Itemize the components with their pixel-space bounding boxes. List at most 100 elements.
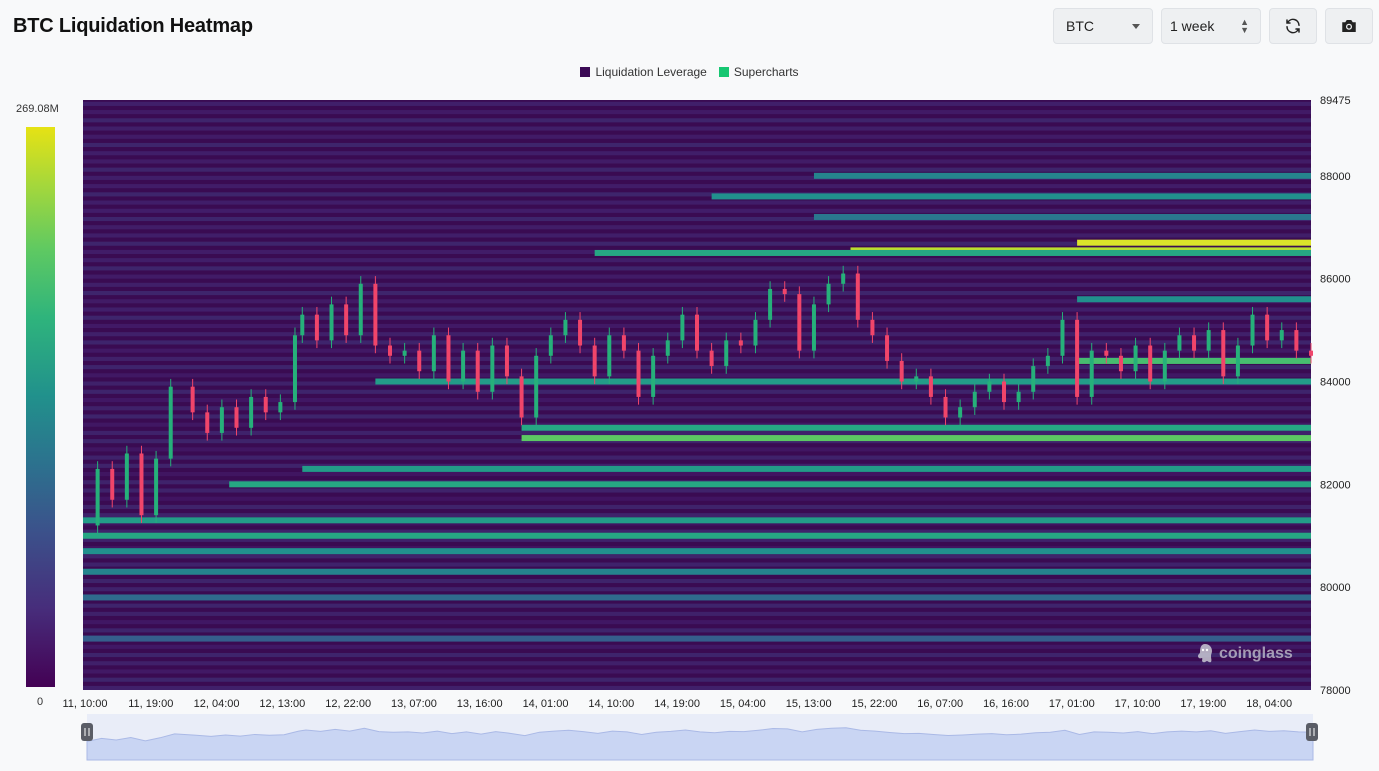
price-candle[interactable] [1250, 314, 1255, 346]
price-candle[interactable] [168, 386, 173, 459]
price-candle[interactable] [724, 340, 729, 367]
price-candle[interactable] [695, 314, 699, 351]
liquidation-band[interactable] [83, 594, 1311, 601]
price-candle[interactable] [1016, 391, 1021, 403]
price-candle[interactable] [373, 283, 378, 346]
liquidation-band[interactable] [302, 465, 1311, 472]
price-candle[interactable] [519, 376, 524, 418]
price-candle[interactable] [811, 304, 816, 351]
price-candle[interactable] [782, 288, 787, 295]
price-candle[interactable] [1279, 330, 1284, 341]
liquidation-band[interactable] [83, 568, 1311, 575]
heatmap-chart[interactable]: 89475 88000 86000 84000 82000 80000 78000 11, 1… [0, 0, 1379, 771]
price-candle[interactable] [461, 350, 466, 382]
liquidation-band[interactable] [1077, 357, 1311, 364]
price-candle[interactable] [885, 335, 890, 361]
price-candle[interactable] [1294, 330, 1299, 351]
price-candle[interactable] [1118, 355, 1123, 372]
price-candle[interactable] [446, 335, 451, 382]
price-candle[interactable] [1089, 350, 1094, 397]
price-candle[interactable] [972, 391, 977, 408]
price-candle[interactable] [578, 319, 583, 346]
price-candle[interactable] [504, 345, 509, 377]
price-candle[interactable] [607, 335, 612, 377]
liquidation-band[interactable] [711, 193, 1311, 200]
price-candle[interactable] [651, 355, 656, 397]
price-candle[interactable] [1265, 314, 1270, 341]
price-candle[interactable] [534, 355, 539, 418]
price-candle[interactable] [1206, 330, 1211, 351]
price-candle[interactable] [490, 345, 495, 392]
price-candle[interactable] [665, 340, 670, 356]
liquidation-band[interactable] [83, 532, 1311, 539]
price-candle[interactable] [1177, 335, 1182, 351]
price-candle[interactable] [548, 335, 553, 356]
price-candle[interactable] [826, 283, 831, 305]
price-candle[interactable] [1162, 350, 1167, 382]
liquidation-band[interactable] [229, 481, 1312, 488]
price-candle[interactable] [344, 304, 349, 336]
price-candle[interactable] [680, 314, 685, 341]
price-candle[interactable] [249, 396, 254, 428]
price-candle[interactable] [402, 350, 407, 356]
price-candle[interactable] [987, 381, 992, 392]
price-candle[interactable] [738, 340, 743, 346]
price-candle[interactable] [1192, 335, 1197, 351]
price-candle[interactable] [110, 468, 115, 500]
liquidation-band[interactable] [813, 172, 1311, 179]
price-candle[interactable] [841, 273, 846, 284]
price-candle[interactable] [190, 386, 195, 413]
price-candle[interactable] [329, 304, 334, 341]
price-candle[interactable] [1031, 366, 1036, 392]
liquidation-band[interactable] [83, 548, 1311, 555]
price-candle[interactable] [219, 407, 224, 433]
price-candle[interactable] [154, 458, 159, 516]
price-candle[interactable] [417, 350, 422, 372]
price-candle[interactable] [358, 283, 363, 336]
price-candle[interactable] [636, 350, 641, 397]
price-candle[interactable] [205, 412, 210, 433]
price-candle[interactable] [292, 335, 297, 403]
price-candle[interactable] [753, 319, 758, 346]
price-candle[interactable] [855, 273, 860, 320]
price-candle[interactable] [870, 319, 875, 336]
navigator-right-handle[interactable] [1306, 723, 1318, 741]
price-candle[interactable] [1045, 355, 1050, 367]
price-candle[interactable] [958, 407, 963, 418]
price-candle[interactable] [928, 376, 933, 397]
price-candle[interactable] [1148, 345, 1153, 382]
price-candle[interactable] [797, 294, 802, 351]
liquidation-band[interactable] [521, 435, 1311, 442]
price-candle[interactable] [1133, 345, 1138, 372]
price-candle[interactable] [1075, 319, 1080, 397]
liquidation-band[interactable] [375, 378, 1311, 385]
price-candle[interactable] [139, 453, 144, 516]
price-candle[interactable] [431, 335, 436, 372]
navigator-left-handle[interactable] [81, 723, 93, 741]
liquidation-band[interactable] [594, 249, 1311, 256]
price-candle[interactable] [899, 360, 904, 382]
price-candle[interactable] [709, 350, 714, 367]
liquidation-band[interactable] [83, 635, 1311, 642]
price-candle[interactable] [1002, 381, 1006, 403]
price-candle[interactable] [1309, 350, 1313, 356]
liquidation-band[interactable] [1077, 239, 1311, 246]
price-candle[interactable] [1221, 330, 1226, 377]
liquidation-band[interactable] [521, 424, 1311, 431]
price-candle[interactable] [943, 396, 948, 418]
price-candle[interactable] [563, 319, 568, 336]
price-candle[interactable] [621, 335, 626, 351]
price-candle[interactable] [388, 345, 392, 356]
price-candle[interactable] [768, 288, 773, 320]
liquidation-band[interactable] [813, 213, 1311, 220]
price-candle[interactable] [278, 402, 283, 413]
price-candle[interactable] [263, 396, 268, 413]
price-candle[interactable] [124, 453, 129, 500]
price-candle[interactable] [95, 468, 100, 526]
price-candle[interactable] [1060, 319, 1065, 356]
price-candle[interactable] [1235, 345, 1240, 377]
price-candle[interactable] [300, 314, 305, 336]
price-candle[interactable] [314, 314, 319, 341]
liquidation-band[interactable] [83, 517, 1311, 524]
price-candle[interactable] [234, 407, 239, 428]
